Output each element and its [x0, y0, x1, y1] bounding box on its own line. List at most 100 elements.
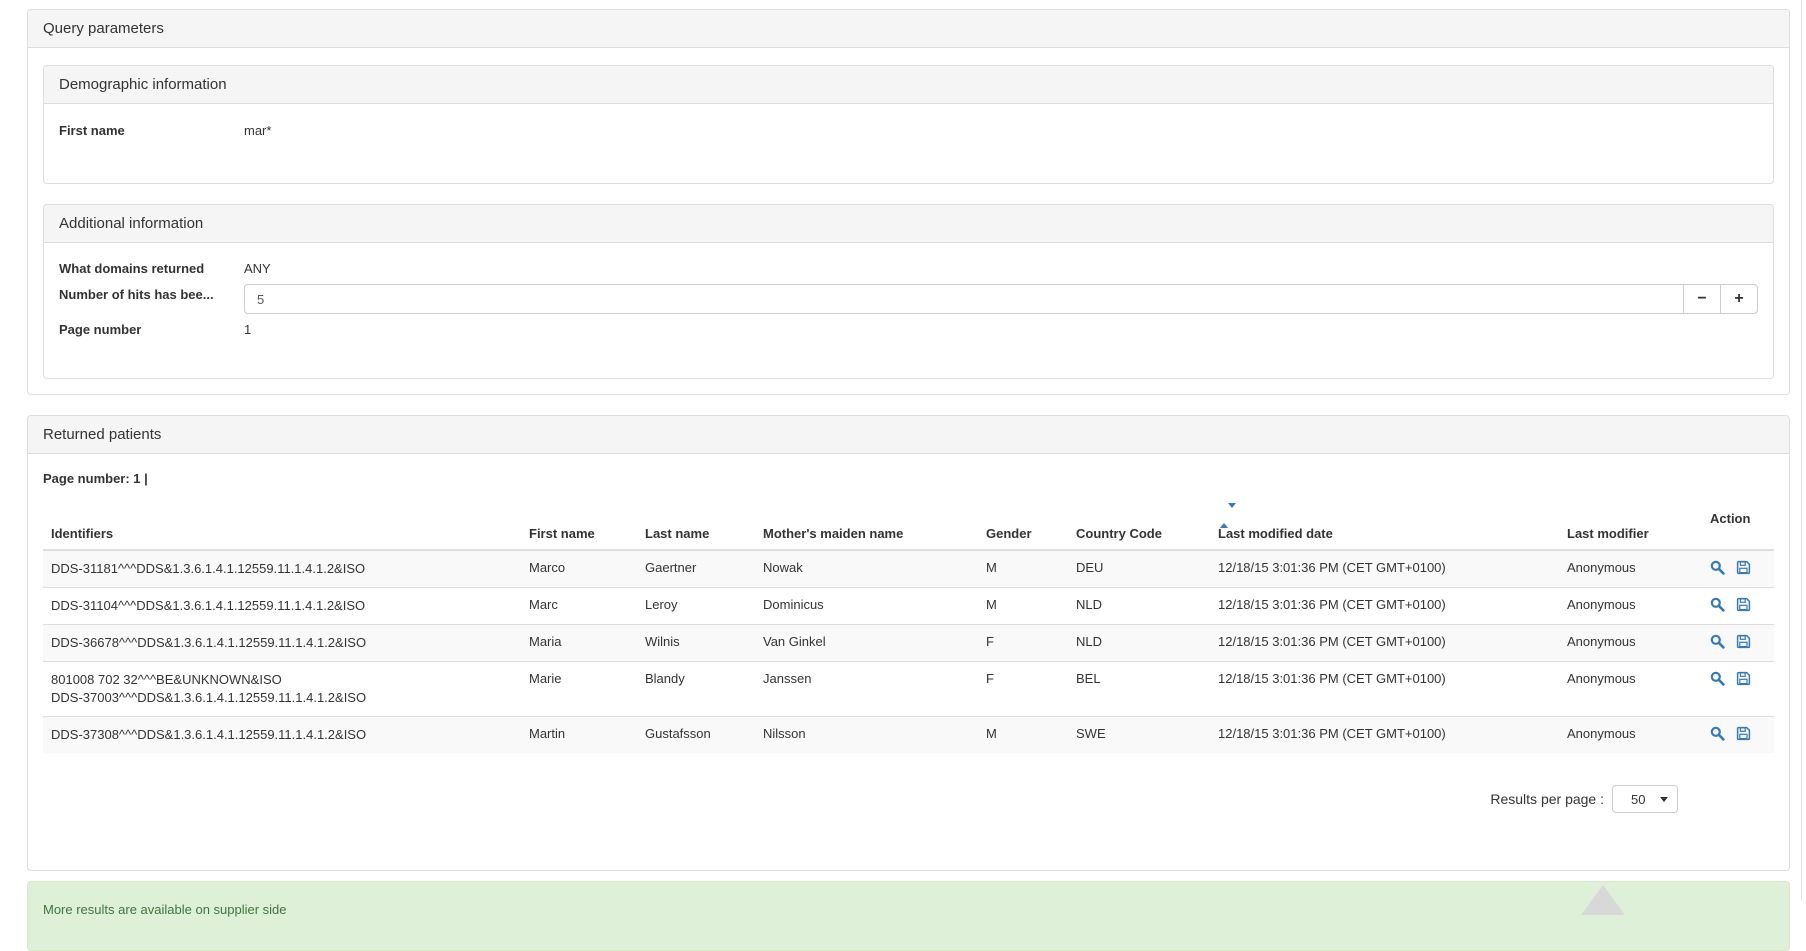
patient-gender: M	[978, 550, 1068, 588]
patient-country-code: SWE	[1068, 717, 1210, 754]
search-icon[interactable]	[1710, 634, 1725, 652]
results-per-page-select[interactable]: 50	[1612, 785, 1678, 813]
patient-identifiers: DDS-37308^^^DDS&1.3.6.1.4.1.12559.11.1.4…	[43, 717, 521, 754]
col-header-mothers-maiden-name: Mother's maiden name	[755, 504, 978, 550]
patient-identifiers: DDS-31104^^^DDS&1.3.6.1.4.1.12559.11.1.4…	[43, 588, 521, 625]
patient-last-modifier: Anonymous	[1559, 625, 1702, 662]
number-of-hits-label: Number of hits has bee...	[59, 284, 244, 305]
returned-patients-body: Page number: 1 | Identifiers First name …	[28, 454, 1789, 870]
chevron-down-icon	[1660, 797, 1668, 802]
patient-mothers-maiden-name: Nilsson	[755, 717, 978, 754]
patient-identifiers: DDS-36678^^^DDS&1.3.6.1.4.1.12559.11.1.4…	[43, 625, 521, 662]
returned-patients-heading: Returned patients	[28, 416, 1789, 454]
patient-last-modified-date: 12/18/15 3:01:36 PM (CET GMT+0100)	[1210, 588, 1559, 625]
demographic-information-heading: Demographic information	[44, 66, 1773, 104]
returned-patients-panel: Returned patients Page number: 1 | Ident…	[27, 415, 1790, 871]
patient-country-code: DEU	[1068, 550, 1210, 588]
patient-mothers-maiden-name: Nowak	[755, 550, 978, 588]
patient-last-name: Blandy	[637, 662, 755, 717]
patient-last-modified-date: 12/18/15 3:01:36 PM (CET GMT+0100)	[1210, 550, 1559, 588]
patient-row: 801008 702 32^^^BE&UNKNOWN&ISODDS-37003^…	[43, 662, 1774, 717]
patient-first-name: Marie	[521, 662, 637, 717]
demographic-information-body: First name mar*	[44, 104, 1773, 183]
col-header-last-modified-date[interactable]: Last modified date	[1210, 504, 1559, 550]
first-name-label: First name	[59, 120, 244, 141]
first-name-value: mar*	[244, 120, 271, 141]
more-results-alert: More results are available on supplier s…	[27, 881, 1790, 951]
col-header-gender: Gender	[978, 504, 1068, 550]
page-indicator: Page number: 1 |	[43, 471, 1774, 486]
sort-icon[interactable]	[1220, 508, 1551, 523]
page-number-row: Page number 1	[59, 319, 1758, 340]
patient-identifiers: DDS-31181^^^DDS&1.3.6.1.4.1.12559.11.1.4…	[43, 550, 521, 588]
save-icon[interactable]	[1736, 597, 1751, 615]
patient-last-name: Wilnis	[637, 625, 755, 662]
results-per-page-label: Results per page :	[1490, 791, 1604, 807]
patient-last-modified-date: 12/18/15 3:01:36 PM (CET GMT+0100)	[1210, 662, 1559, 717]
patient-row: DDS-31181^^^DDS&1.3.6.1.4.1.12559.11.1.4…	[43, 550, 1774, 588]
save-icon[interactable]	[1736, 671, 1751, 689]
domains-returned-value: ANY	[244, 258, 271, 279]
identifier-line: DDS-31181^^^DDS&1.3.6.1.4.1.12559.11.1.4…	[51, 560, 513, 578]
patient-gender: M	[978, 588, 1068, 625]
save-icon[interactable]	[1736, 560, 1751, 578]
patient-country-code: BEL	[1068, 662, 1210, 717]
patient-last-modifier: Anonymous	[1559, 662, 1702, 717]
identifier-line: DDS-37003^^^DDS&1.3.6.1.4.1.12559.11.1.4…	[51, 689, 513, 707]
patient-last-modifier: Anonymous	[1559, 550, 1702, 588]
query-parameters-heading: Query parameters	[28, 10, 1789, 48]
col-header-first-name: First name	[521, 504, 637, 550]
patient-actions	[1702, 625, 1774, 662]
patient-identifiers: 801008 702 32^^^BE&UNKNOWN&ISODDS-37003^…	[43, 662, 521, 717]
first-name-row: First name mar*	[59, 120, 1758, 141]
right-edge-divider	[1801, 0, 1802, 901]
decrement-button[interactable]: −	[1683, 284, 1721, 314]
number-of-hits-stepper: − +	[244, 284, 1758, 314]
results-per-page-value: 50	[1631, 792, 1645, 807]
patient-last-name: Leroy	[637, 588, 755, 625]
col-header-last-modifier: Last modifier	[1559, 504, 1702, 550]
number-of-hits-input[interactable]	[244, 284, 1684, 314]
patient-last-modifier: Anonymous	[1559, 717, 1702, 754]
search-icon[interactable]	[1710, 671, 1725, 689]
patient-gender: M	[978, 717, 1068, 754]
patient-first-name: Martin	[521, 717, 637, 754]
table-header-row: Identifiers First name Last name Mother'…	[43, 504, 1774, 550]
patient-mothers-maiden-name: Dominicus	[755, 588, 978, 625]
col-header-action: Action	[1702, 504, 1774, 550]
patient-first-name: Maria	[521, 625, 637, 662]
number-of-hits-row: Number of hits has bee... − +	[59, 284, 1758, 314]
search-icon[interactable]	[1710, 726, 1725, 744]
page-number-label: Page number	[59, 319, 244, 340]
demographic-information-panel: Demographic information First name mar*	[43, 65, 1774, 184]
patient-row: DDS-36678^^^DDS&1.3.6.1.4.1.12559.11.1.4…	[43, 625, 1774, 662]
scroll-to-top-arrow-icon[interactable]	[1581, 885, 1625, 915]
patient-last-name: Gustafsson	[637, 717, 755, 754]
additional-information-heading: Additional information	[44, 205, 1773, 243]
save-icon[interactable]	[1736, 726, 1751, 744]
domains-returned-label: What domains returned	[59, 258, 244, 279]
search-icon[interactable]	[1710, 597, 1725, 615]
patient-last-modifier: Anonymous	[1559, 588, 1702, 625]
patient-mothers-maiden-name: Janssen	[755, 662, 978, 717]
identifier-line: DDS-31104^^^DDS&1.3.6.1.4.1.12559.11.1.4…	[51, 597, 513, 615]
search-icon[interactable]	[1710, 560, 1725, 578]
patient-actions	[1702, 717, 1774, 754]
page-number-value: 1	[244, 319, 251, 340]
patient-mothers-maiden-name: Van Ginkel	[755, 625, 978, 662]
patients-table-body: DDS-31181^^^DDS&1.3.6.1.4.1.12559.11.1.4…	[43, 550, 1774, 753]
col-header-country-code: Country Code	[1068, 504, 1210, 550]
patient-last-name: Gaertner	[637, 550, 755, 588]
increment-button[interactable]: +	[1720, 284, 1758, 314]
patient-last-modified-date: 12/18/15 3:01:36 PM (CET GMT+0100)	[1210, 625, 1559, 662]
save-icon[interactable]	[1736, 634, 1751, 652]
patient-country-code: NLD	[1068, 625, 1210, 662]
patient-gender: F	[978, 625, 1068, 662]
additional-information-panel: Additional information What domains retu…	[43, 204, 1774, 379]
identifier-line: DDS-37308^^^DDS&1.3.6.1.4.1.12559.11.1.4…	[51, 726, 513, 744]
results-per-page: Results per page : 50	[43, 785, 1678, 855]
patient-last-modified-date: 12/18/15 3:01:36 PM (CET GMT+0100)	[1210, 717, 1559, 754]
patient-country-code: NLD	[1068, 588, 1210, 625]
patients-table: Identifiers First name Last name Mother'…	[43, 504, 1774, 753]
page: Query parameters Demographic information…	[0, 0, 1806, 951]
